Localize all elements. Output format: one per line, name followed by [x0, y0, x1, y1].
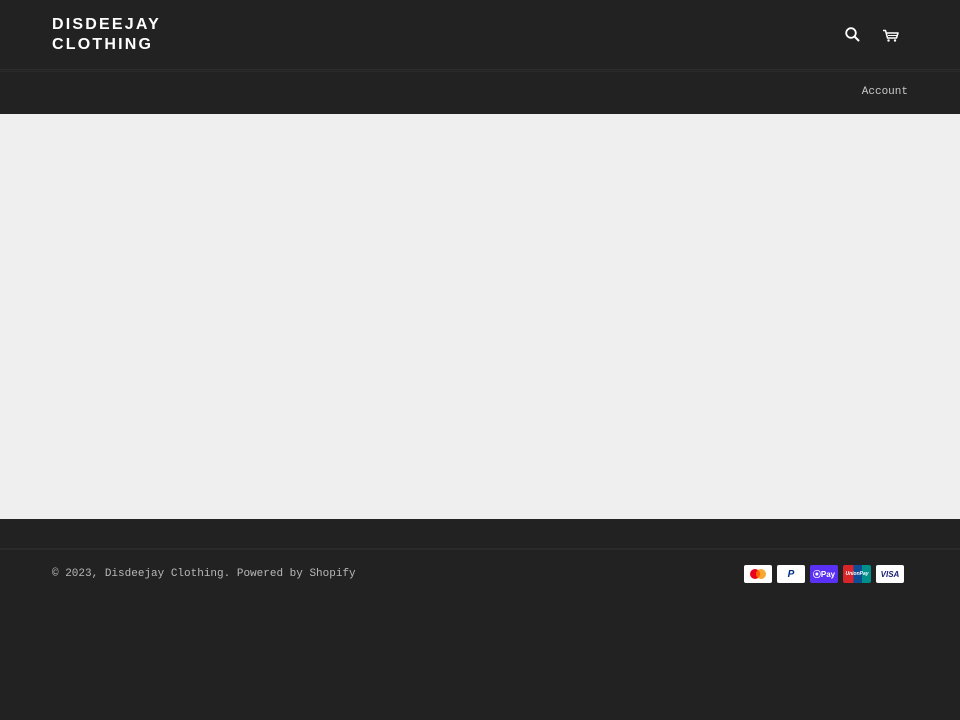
shop-pay-label: ⦿Pay: [812, 569, 836, 579]
paypal-label: P: [787, 568, 795, 580]
account-link[interactable]: Account: [862, 86, 908, 98]
cart-icon: [883, 29, 899, 42]
visa-label: VISA: [880, 569, 900, 579]
union-pay-label: UnionPay: [845, 571, 869, 577]
paypal-icon: P: [777, 565, 805, 583]
logo-line-2: CLOTHING: [52, 36, 154, 53]
main-content: [0, 114, 960, 519]
copyright: © 2023, Disdeejay Clothing. Powered by S…: [52, 568, 356, 580]
copyright-separator: .: [223, 568, 237, 580]
powered-by-shopify-link[interactable]: Powered by Shopify: [237, 568, 356, 580]
search-icon: [845, 27, 860, 42]
site-nav: Account: [0, 71, 960, 114]
visa-icon: VISA: [876, 565, 904, 583]
shop-pay-icon: ⦿Pay: [810, 565, 838, 583]
copyright-prefix: © 2023,: [52, 568, 105, 580]
union-pay-icon: UnionPay: [843, 565, 871, 583]
logo-link[interactable]: DISDEEJAY CLOTHING: [52, 15, 161, 55]
site-footer: © 2023, Disdeejay Clothing. Powered by S…: [0, 519, 960, 720]
store-name-link[interactable]: Disdeejay Clothing: [105, 568, 224, 580]
site-header: DISDEEJAY CLOTHING: [0, 0, 960, 70]
footer-divider: [0, 548, 960, 550]
search-button[interactable]: [842, 24, 864, 46]
logo-line-1: DISDEEJAY: [52, 16, 162, 33]
cart-button[interactable]: [880, 24, 902, 46]
mastercard-icon: [744, 565, 772, 583]
payment-icons: P ⦿Pay UnionPay VISA: [744, 565, 904, 583]
